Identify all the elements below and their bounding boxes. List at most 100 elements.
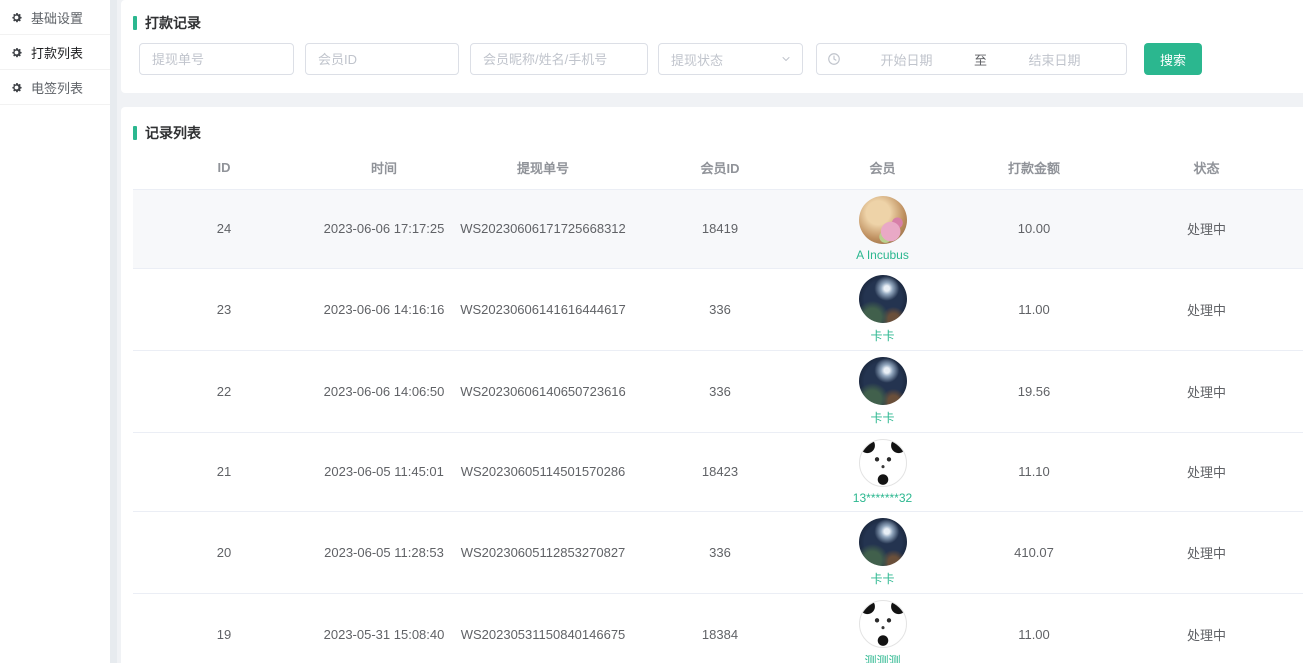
withdraw-order-input[interactable]: [139, 43, 294, 75]
cell-amount: 19.56: [958, 350, 1110, 432]
filter-card: 打款记录 提现状态 开始日期 至 结束日期: [121, 0, 1303, 93]
chevron-down-icon: [780, 53, 792, 65]
cell-member: 卡卡: [807, 268, 958, 350]
table-row: 23 2023-06-06 14:16:16 WS202306061416164…: [133, 268, 1303, 350]
cell-order-no: WS20230531150840146675: [453, 593, 633, 663]
sidebar-item-esign-list[interactable]: 电签列表: [0, 70, 110, 105]
title-accent-bar: [133, 16, 137, 30]
app-root: 基础设置 打款列表 电签列表 打款记录: [0, 0, 1303, 663]
member-avatar: [859, 357, 907, 405]
cell-status: 处理中: [1110, 511, 1303, 593]
cell-time: 2023-06-05 11:28:53: [315, 511, 453, 593]
cell-member-id: 18419: [633, 189, 807, 268]
member-avatar: [859, 196, 907, 244]
cell-id: 23: [133, 268, 315, 350]
date-range-picker[interactable]: 开始日期 至 结束日期: [816, 43, 1127, 75]
cell-status: 处理中: [1110, 593, 1303, 663]
cell-member: A Incubus: [807, 189, 958, 268]
cell-member: 卡卡: [807, 511, 958, 593]
record-list-title: 记录列表: [145, 123, 201, 143]
table-row: 19 2023-05-31 15:08:40 WS202305311508401…: [133, 593, 1303, 663]
cell-member: 13*******32: [807, 432, 958, 511]
table-row: 22 2023-06-06 14:06:50 WS202306061406507…: [133, 350, 1303, 432]
cell-order-no: WS20230606171725668312: [453, 189, 633, 268]
cell-time: 2023-05-31 15:08:40: [315, 593, 453, 663]
cell-status: 处理中: [1110, 350, 1303, 432]
records-table: ID 时间 提现单号 会员ID 会员 打款金额 状态 24 2023-06-06…: [133, 147, 1303, 663]
member-name-link[interactable]: 卡卡: [870, 409, 894, 426]
member-name-link[interactable]: 13*******32: [853, 491, 912, 505]
cell-id: 22: [133, 350, 315, 432]
record-list-card: 记录列表 ID 时间 提现单号 会员ID 会员 打款金额 状态: [121, 107, 1303, 663]
member-name-link[interactable]: A Incubus: [856, 248, 909, 262]
filter-row: 提现状态 开始日期 至 结束日期 搜索: [133, 43, 1291, 75]
cell-status: 处理中: [1110, 268, 1303, 350]
sidebar-divider-strip: [110, 0, 117, 663]
sidebar-item-label: 电签列表: [31, 78, 83, 97]
cell-time: 2023-06-06 17:17:25: [315, 189, 453, 268]
cell-time: 2023-06-06 14:06:50: [315, 350, 453, 432]
col-header-order-no: 提现单号: [453, 147, 633, 189]
cell-time: 2023-06-06 14:16:16: [315, 268, 453, 350]
table-row: 20 2023-06-05 11:28:53 WS202306051128532…: [133, 511, 1303, 593]
member-avatar: [859, 275, 907, 323]
records-table-header: ID 时间 提现单号 会员ID 会员 打款金额 状态: [133, 147, 1303, 189]
member-name-link[interactable]: 测测测: [864, 652, 900, 663]
col-header-id: ID: [133, 147, 315, 189]
member-id-input[interactable]: [305, 43, 459, 75]
cell-amount: 410.07: [958, 511, 1110, 593]
col-header-member: 会员: [807, 147, 958, 189]
member-avatar: [859, 518, 907, 566]
filter-title: 打款记录: [145, 13, 201, 33]
gear-icon: [10, 81, 23, 94]
cell-amount: 11.10: [958, 432, 1110, 511]
cell-status: 处理中: [1110, 189, 1303, 268]
record-section-title: 记录列表: [133, 123, 1303, 143]
cell-amount: 10.00: [958, 189, 1110, 268]
cell-order-no: WS20230606140650723616: [453, 350, 633, 432]
cell-member-id: 336: [633, 268, 807, 350]
cell-amount: 11.00: [958, 268, 1110, 350]
search-button[interactable]: 搜索: [1144, 43, 1202, 75]
col-header-member-id: 会员ID: [633, 147, 807, 189]
cell-order-no: WS20230605112853270827: [453, 511, 633, 593]
col-header-amount: 打款金额: [958, 147, 1110, 189]
end-date-field[interactable]: 结束日期: [993, 50, 1116, 69]
cell-amount: 11.00: [958, 593, 1110, 663]
sidebar-item-payment-list[interactable]: 打款列表: [0, 35, 110, 70]
clock-icon: [827, 52, 841, 66]
date-range-separator: 至: [968, 50, 993, 69]
sidebar-item-label: 基础设置: [31, 8, 83, 27]
cell-status: 处理中: [1110, 432, 1303, 511]
cell-id: 24: [133, 189, 315, 268]
title-accent-bar: [133, 126, 137, 140]
member-info-input[interactable]: [470, 43, 648, 75]
member-avatar: [859, 439, 907, 487]
col-header-status: 状态: [1110, 147, 1303, 189]
cell-id: 20: [133, 511, 315, 593]
withdraw-status-select[interactable]: 提现状态: [658, 43, 803, 75]
cell-member-id: 18423: [633, 432, 807, 511]
table-row: 21 2023-06-05 11:45:01 WS202306051145015…: [133, 432, 1303, 511]
member-name-link[interactable]: 卡卡: [870, 570, 894, 587]
member-name-link[interactable]: 卡卡: [870, 327, 894, 344]
cell-member: 测测测: [807, 593, 958, 663]
start-date-field[interactable]: 开始日期: [845, 50, 968, 69]
cell-member-id: 336: [633, 511, 807, 593]
filter-section-title: 打款记录: [133, 13, 1291, 33]
cell-member-id: 18384: [633, 593, 807, 663]
sidebar-item-label: 打款列表: [31, 43, 83, 62]
cell-member: 卡卡: [807, 350, 958, 432]
sidebar: 基础设置 打款列表 电签列表: [0, 0, 110, 663]
gear-icon: [10, 46, 23, 59]
withdraw-status-select-placeholder: 提现状态: [671, 50, 723, 69]
cell-id: 21: [133, 432, 315, 511]
table-row: 24 2023-06-06 17:17:25 WS202306061717256…: [133, 189, 1303, 268]
main-content: 打款记录 提现状态 开始日期 至 结束日期: [117, 0, 1303, 663]
gear-icon: [10, 11, 23, 24]
sidebar-item-basic-settings[interactable]: 基础设置: [0, 0, 110, 35]
cell-member-id: 336: [633, 350, 807, 432]
cell-order-no: WS20230606141616444617: [453, 268, 633, 350]
records-table-body: 24 2023-06-06 17:17:25 WS202306061717256…: [133, 189, 1303, 663]
cell-order-no: WS20230605114501570286: [453, 432, 633, 511]
